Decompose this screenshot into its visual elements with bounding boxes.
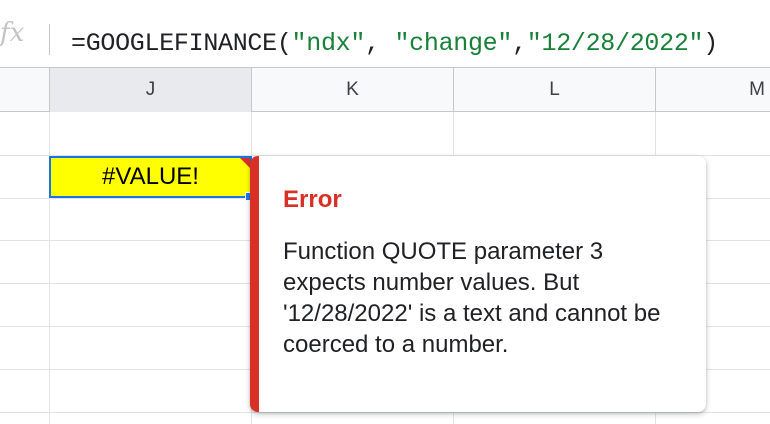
formula-function: =GOOGLEFINANCE( [71, 29, 292, 58]
column-header-k[interactable]: K [252, 68, 454, 112]
function-icon: fx [0, 18, 25, 48]
error-tooltip: Error Function QUOTE parameter 3 expects… [250, 156, 706, 412]
formula-arg-attribute: "change" [394, 29, 513, 58]
column-header-row: J K L M [0, 68, 770, 112]
formula-separator: , [365, 29, 395, 58]
cell-value: #VALUE! [102, 163, 199, 190]
formula-bar-divider [49, 24, 50, 55]
active-cell-j[interactable]: #VALUE! [49, 156, 252, 198]
formula-input[interactable]: =GOOGLEFINANCE("ndx", "change","12/28/20… [71, 29, 718, 58]
row-header-corner[interactable] [0, 68, 50, 112]
formula-arg-date: "12/28/2022" [526, 29, 704, 58]
column-header-m[interactable]: M [656, 68, 770, 112]
formula-arg-ticker: "ndx" [291, 29, 366, 58]
column-header-l[interactable]: L [454, 68, 656, 112]
error-indicator-icon[interactable] [240, 158, 250, 168]
error-title: Error [283, 186, 342, 213]
error-message: Function QUOTE parameter 3 expects numbe… [283, 238, 661, 358]
formula-bar: fx =GOOGLEFINANCE("ndx", "change","12/28… [0, 0, 770, 68]
formula-separator: , [512, 29, 527, 58]
formula-close-paren: ) [703, 29, 718, 58]
column-header-j[interactable]: J [50, 68, 252, 112]
grid-line [0, 412, 770, 413]
